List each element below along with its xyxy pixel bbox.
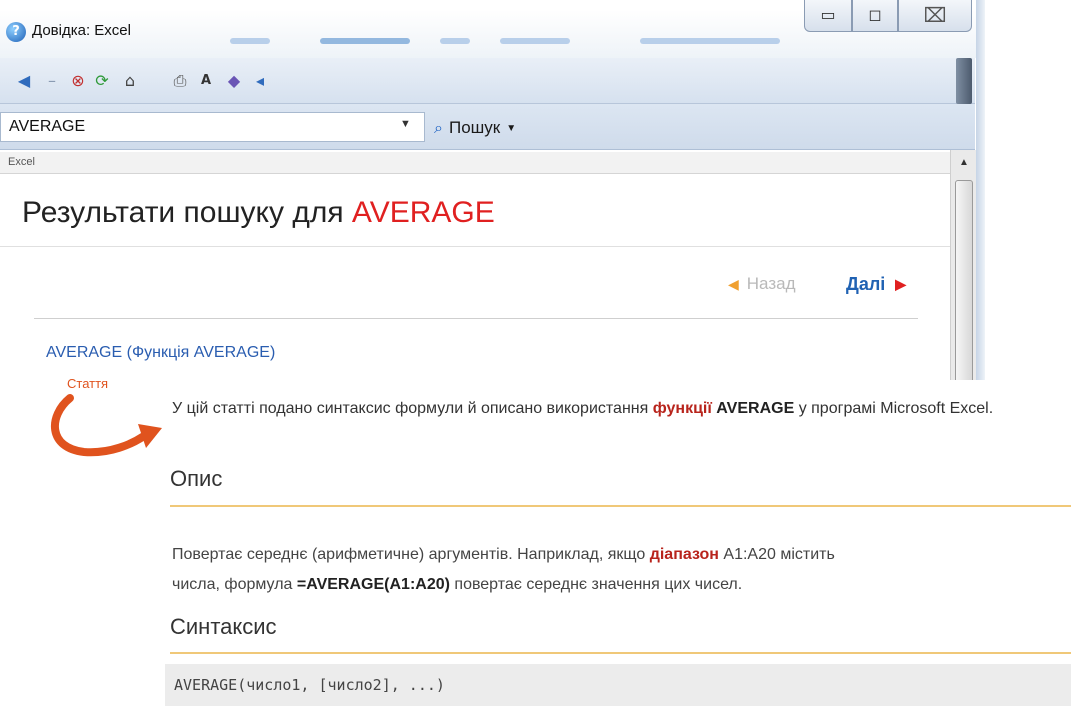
divider bbox=[34, 318, 918, 319]
search-input[interactable]: AVERAGE bbox=[0, 112, 425, 142]
article-summary: У цій статті подано синтаксис формули й … bbox=[172, 394, 1052, 424]
summary-text: У цій статті подано синтаксис формули й … bbox=[172, 400, 653, 417]
glossary-link[interactable]: функції bbox=[653, 400, 712, 417]
maximize-button[interactable]: ◻ bbox=[852, 0, 898, 32]
blurred-title-area bbox=[440, 38, 470, 44]
blurred-title-area bbox=[640, 38, 780, 44]
stop-icon[interactable]: ⊗ bbox=[68, 71, 88, 91]
section-title-syntax: Синтаксис bbox=[170, 614, 277, 639]
minimize-button[interactable]: ▭ bbox=[804, 0, 852, 32]
description-line: Повертає середнє (арифметичне) аргументі… bbox=[172, 540, 1071, 570]
search-bar: AVERAGE ▼ ⌕ Пошук ▼ bbox=[0, 104, 975, 150]
window-title: Довідка: Excel bbox=[32, 22, 131, 39]
help-app-icon: ? bbox=[6, 22, 26, 42]
next-page-label: Далі bbox=[846, 274, 886, 294]
search-button[interactable]: ⌕ Пошук ▼ bbox=[434, 116, 516, 140]
chevron-left-icon: ◀ bbox=[728, 275, 739, 292]
callout-arrow-icon bbox=[51, 394, 162, 457]
toolbar-grip[interactable] bbox=[956, 58, 972, 104]
prev-page-label: Назад bbox=[746, 274, 796, 293]
search-button-label: Пошук bbox=[448, 118, 501, 137]
refresh-icon[interactable]: ⟳ bbox=[92, 71, 112, 91]
summary-bold: AVERAGE bbox=[711, 400, 795, 417]
next-page-link[interactable]: Далі ▶ bbox=[846, 274, 906, 295]
blurred-title-area bbox=[230, 38, 270, 44]
back-icon[interactable]: ◀ bbox=[14, 71, 34, 91]
desc-text: A1:A20 містить bbox=[718, 546, 835, 563]
close-button[interactable]: ⌧ bbox=[898, 0, 972, 32]
glossary-link[interactable]: діапазон bbox=[650, 546, 719, 563]
divider bbox=[0, 246, 950, 247]
breadcrumb[interactable]: Excel bbox=[8, 156, 35, 168]
description-line: числа, формула =AVERAGE(A1:A20) повертає… bbox=[172, 570, 1071, 600]
section-divider bbox=[170, 652, 1071, 654]
chevron-down-icon: ▼ bbox=[506, 122, 517, 134]
desc-text: повертає середнє значення цих чисел. bbox=[449, 576, 743, 593]
search-term: AVERAGE bbox=[351, 196, 495, 229]
syntax-code: AVERAGE(число1, [число2], ...) bbox=[174, 676, 445, 694]
desc-text: Повертає середнє (арифметичне) аргументі… bbox=[172, 546, 650, 563]
forward-icon[interactable]: – bbox=[42, 71, 62, 91]
toc-icon[interactable]: ◆ bbox=[224, 71, 244, 91]
home-icon[interactable]: ⌂ bbox=[120, 71, 140, 91]
summary-text: у програмі Microsoft Excel. bbox=[794, 400, 994, 417]
blurred-title-area bbox=[500, 38, 570, 44]
page-title-prefix: Результати пошуку для bbox=[22, 196, 352, 229]
chevron-right-icon: ▶ bbox=[895, 276, 907, 292]
scroll-up-icon[interactable]: ▲ bbox=[951, 154, 977, 172]
toolbar: ◀ – ⊗ ⟳ ⌂ ⎙ A ◆ ◂ bbox=[0, 58, 975, 104]
text-size-icon[interactable]: A bbox=[196, 71, 216, 91]
desc-text: числа, формула bbox=[172, 576, 297, 593]
section-divider bbox=[170, 505, 1071, 507]
search-dropdown-icon[interactable]: ▼ bbox=[400, 118, 411, 130]
pin-icon[interactable]: ◂ bbox=[250, 71, 270, 91]
search-icon: ⌕ bbox=[434, 118, 443, 137]
prev-page-link[interactable]: ◀ Назад bbox=[728, 274, 796, 294]
page-title: Результати пошуку для AVERAGE bbox=[22, 196, 495, 230]
description-text: Повертає середнє (арифметичне) аргументі… bbox=[172, 540, 1071, 600]
blurred-title-area bbox=[320, 38, 410, 44]
breadcrumb-bar: Excel bbox=[0, 152, 950, 174]
result-link[interactable]: AVERAGE (Функція AVERAGE) bbox=[46, 344, 275, 362]
section-title-description: Опис bbox=[170, 466, 223, 491]
formula-example: =AVERAGE(A1:A20) bbox=[296, 576, 450, 593]
print-icon[interactable]: ⎙ bbox=[170, 71, 190, 91]
